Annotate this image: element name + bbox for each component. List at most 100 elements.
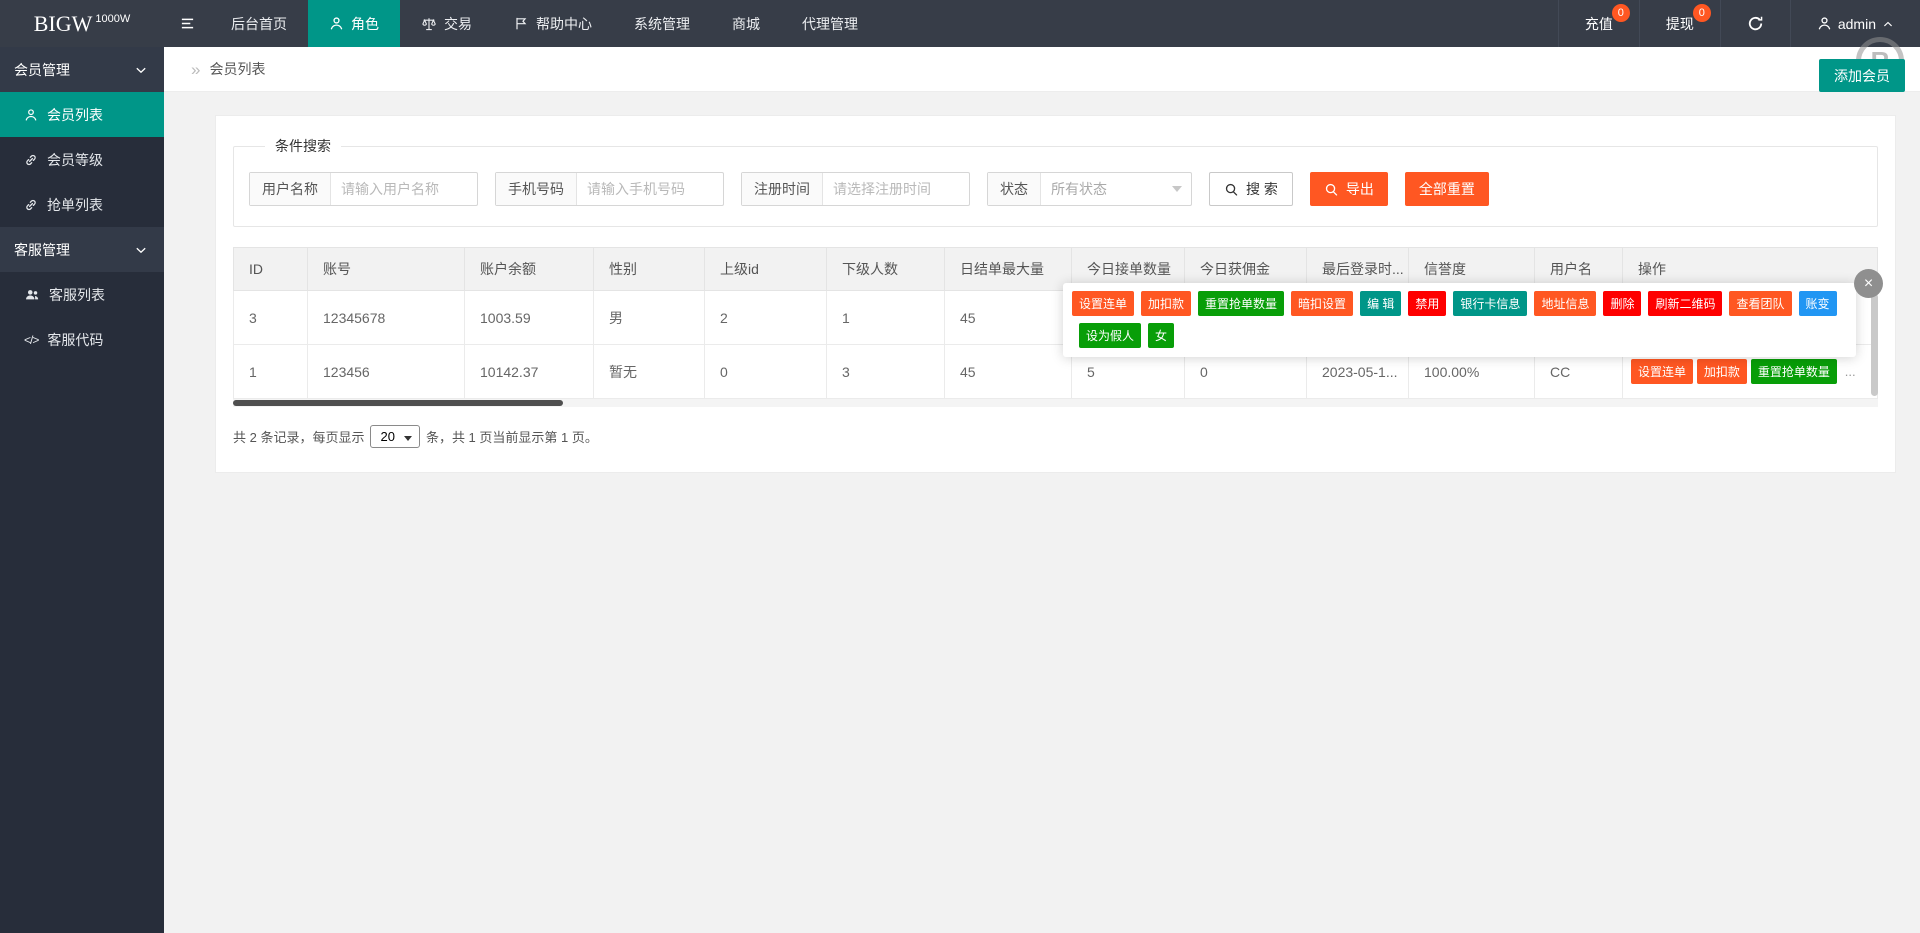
nav-item-home[interactable]: 后台首页 <box>210 0 308 47</box>
cell-balance: 1003.59 <box>464 290 594 345</box>
page-size-select[interactable]: 20 <box>370 425 420 448</box>
nav-item-trade[interactable]: 交易 <box>400 0 493 47</box>
withdraw-button[interactable]: 提现 0 <box>1638 0 1720 47</box>
add-member-button[interactable]: 添加会员 <box>1819 59 1905 92</box>
status-select-value: 所有状态 <box>1051 181 1107 197</box>
withdraw-badge: 0 <box>1692 4 1711 22</box>
hidden-deduct-settings-button[interactable]: 暗扣设置 <box>1291 291 1354 316</box>
breadcrumb-bar: » 会员列表 <box>164 47 1920 92</box>
refresh-qrcode-button[interactable]: 刷新二维码 <box>1648 291 1723 316</box>
nav-item-system[interactable]: 系统管理 <box>613 0 711 47</box>
person-icon <box>1818 17 1831 30</box>
chevron-up-icon <box>1883 21 1893 27</box>
top-navbar: BIGW 1000W 后台首页 角色 交易 帮助中心 系统管理 商城 代理管理 … <box>0 0 1920 47</box>
nav-item-roles[interactable]: 角色 <box>308 0 400 47</box>
sidebar-item-label: 会员列表 <box>47 106 103 123</box>
add-deduct-button[interactable]: 加扣款 <box>1141 291 1192 316</box>
chevron-down-icon <box>136 247 146 253</box>
set-fake-user-button[interactable]: 设为假人 <box>1079 323 1142 348</box>
search-button[interactable]: 搜 索 <box>1209 172 1293 206</box>
phone-input[interactable] <box>577 173 723 205</box>
col-header-balance: 账户余额 <box>464 247 594 291</box>
disable-button[interactable]: 禁用 <box>1408 291 1447 316</box>
regtime-input[interactable] <box>823 173 969 205</box>
refresh-button[interactable] <box>1719 0 1790 47</box>
sidebar-item-member-level[interactable]: 会员等级 <box>0 137 164 182</box>
flag-icon <box>516 17 526 30</box>
cell-parent-id: 0 <box>704 344 827 399</box>
breadcrumb-icon: » <box>191 59 201 79</box>
cell-id: 1 <box>233 344 308 399</box>
sidebar-item-label: 会员等级 <box>47 151 103 168</box>
export-button[interactable]: 导出 <box>1309 172 1388 206</box>
link-icon <box>26 154 36 165</box>
nav-item-mall[interactable]: 商城 <box>711 0 781 47</box>
sidebar-toggle-button[interactable] <box>164 0 210 47</box>
brand-name: BIGW <box>33 10 93 36</box>
sidebar-item-label: 客服代码 <box>47 331 104 348</box>
pagination-bar: 共 2 条记录，每页显示 20 条，共 1 页当前显示第 1 页。 <box>233 425 1878 448</box>
recharge-badge: 0 <box>1611 4 1630 22</box>
set-chain-order-button[interactable]: 设置连单 <box>1631 359 1694 384</box>
username-input[interactable] <box>331 173 477 205</box>
cell-account: 12345678 <box>307 290 465 345</box>
sidebar-item-label: 客服列表 <box>49 286 105 303</box>
close-icon[interactable]: × <box>1854 269 1883 298</box>
more-actions-ellipsis: ... <box>1844 364 1856 379</box>
horizontal-scrollbar-track <box>233 399 1878 407</box>
vertical-scrollbar[interactable] <box>1871 294 1878 396</box>
status-field-label: 状态 <box>988 173 1041 205</box>
regtime-field-group: 注册时间 <box>741 172 970 206</box>
username-field-label: 用户名称 <box>250 173 331 205</box>
main-content: » 会员列表 添加会员 条件搜索 用户名称 手机号码 注册时间 <box>164 47 1920 933</box>
col-header-id: ID <box>233 247 308 291</box>
edit-button[interactable]: 编 辑 <box>1360 291 1402 316</box>
pagination-text-suffix: 条，共 1 页当前显示第 1 页。 <box>425 430 598 445</box>
delete-button[interactable]: 删除 <box>1603 291 1642 316</box>
account-change-button[interactable]: 账变 <box>1798 291 1837 316</box>
popup-actions-row-1: 设置连单 加扣款 重置抢单数量 暗扣设置 编 辑 禁用 银行卡信息 地址信息 删… <box>1072 291 1847 316</box>
phone-field-group: 手机号码 <box>495 172 724 206</box>
bank-card-info-button[interactable]: 银行卡信息 <box>1453 291 1528 316</box>
cell-daily-max: 45 <box>944 344 1072 399</box>
view-team-button[interactable]: 查看团队 <box>1729 291 1792 316</box>
sidebar-item-grab-order-list[interactable]: 抢单列表 <box>0 182 164 227</box>
nav-item-label: 后台首页 <box>231 15 287 32</box>
status-select[interactable]: 所有状态 <box>1041 173 1191 205</box>
link-icon <box>26 199 36 210</box>
user-menu[interactable]: admin <box>1789 0 1920 47</box>
recharge-label: 充值 <box>1584 15 1613 32</box>
nav-item-agent[interactable]: 代理管理 <box>781 0 879 47</box>
sidebar-item-member-list[interactable]: 会员列表 <box>0 92 164 137</box>
sidebar-item-service-code[interactable]: </> 客服代码 <box>0 317 164 362</box>
add-deduct-button[interactable]: 加扣款 <box>1696 359 1747 384</box>
reset-button-label: 全部重置 <box>1418 181 1475 197</box>
page-title: 会员列表 <box>209 61 266 77</box>
sidebar-section-member-mgmt[interactable]: 会员管理 <box>0 47 164 92</box>
reset-grab-count-button[interactable]: 重置抢单数量 <box>1750 359 1837 384</box>
recharge-button[interactable]: 充值 0 <box>1557 0 1639 47</box>
nav-right-group: 充值 0 提现 0 admin <box>1557 0 1920 47</box>
set-female-button[interactable]: 女 <box>1148 323 1175 348</box>
horizontal-scrollbar-thumb[interactable] <box>233 400 563 406</box>
search-fieldset: 条件搜索 用户名称 手机号码 注册时间 状态 <box>233 136 1878 227</box>
hamburger-icon <box>180 18 194 29</box>
sidebar-item-service-list[interactable]: 客服列表 <box>0 272 164 317</box>
col-header-subordinates: 下级人数 <box>826 247 945 291</box>
search-button-label: 搜 索 <box>1246 181 1278 197</box>
reset-all-button[interactable]: 全部重置 <box>1404 172 1489 206</box>
cell-subordinates: 3 <box>826 344 945 399</box>
refresh-icon <box>1748 15 1763 31</box>
reset-grab-count-button[interactable]: 重置抢单数量 <box>1198 291 1285 316</box>
cell-gender: 男 <box>593 290 705 345</box>
person-icon <box>25 108 37 121</box>
nav-item-help-center[interactable]: 帮助中心 <box>493 0 613 47</box>
cell-gender: 暂无 <box>593 344 705 399</box>
brand-logo: BIGW 1000W <box>0 0 164 47</box>
pagination-text-prefix: 共 2 条记录，每页显示 <box>233 430 365 445</box>
set-chain-order-button[interactable]: 设置连单 <box>1072 291 1135 316</box>
address-info-button[interactable]: 地址信息 <box>1534 291 1597 316</box>
scales-icon <box>422 17 436 30</box>
popup-actions-row-2: 设为假人 女 <box>1072 323 1847 348</box>
sidebar-section-service-mgmt[interactable]: 客服管理 <box>0 227 164 272</box>
